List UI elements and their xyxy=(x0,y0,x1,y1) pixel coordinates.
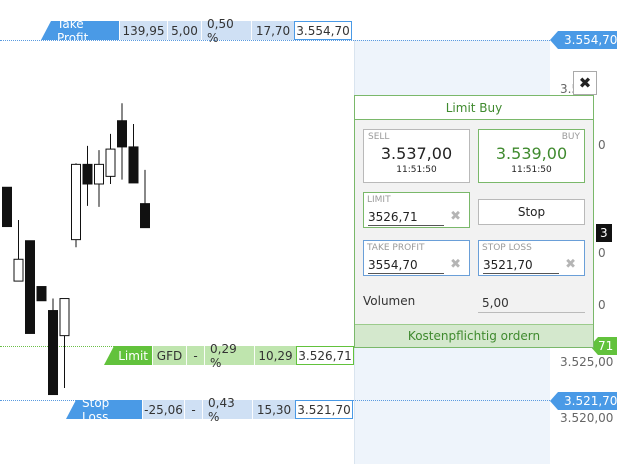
take-profit-field: TAKE PROFIT ✖ xyxy=(363,240,470,276)
take-profit-pnl: 139,95 xyxy=(119,21,167,40)
y-axis-tick: 3.520,00 xyxy=(560,411,614,425)
limit-input[interactable] xyxy=(368,209,444,226)
take-profit-tag[interactable]: Take Profit xyxy=(41,21,119,40)
stop-loss-distance: 15,30 xyxy=(252,400,295,419)
sell-quote-button[interactable]: SELL 3.537,00 11:51:50 xyxy=(363,129,470,183)
limit-axis-tag: 71 xyxy=(590,337,617,355)
y-axis-tick: 3.525,00 xyxy=(560,355,614,369)
limit-tag[interactable]: Limit xyxy=(104,346,152,365)
candle-down xyxy=(128,146,139,184)
y-axis-tick-partial: 0 xyxy=(598,138,606,152)
volume-input[interactable] xyxy=(478,293,585,313)
stop-loss-price[interactable]: 3.521,70 xyxy=(295,400,353,419)
y-axis-tick-partial: 0 xyxy=(598,246,606,260)
buy-label: BUY xyxy=(561,132,580,142)
clear-limit-icon[interactable]: ✖ xyxy=(450,209,461,224)
limit-bar[interactable]: Limit GFD - 0,29 % 10,29 3.526,71 xyxy=(104,342,354,370)
candle-up xyxy=(71,163,81,241)
stop-loss-pnl: -25,06 xyxy=(142,400,184,419)
stop-loss-field-label: STOP LOSS xyxy=(482,243,532,253)
take-profit-price[interactable]: 3.554,70 xyxy=(294,21,352,40)
candle-down xyxy=(36,286,47,302)
limit-distance: 10,29 xyxy=(254,346,296,365)
stop-loss-tag[interactable]: Stop Loss xyxy=(66,400,142,419)
limit-buy-dialog: Limit Buy SELL 3.537,00 11:51:50 BUY 3.5… xyxy=(354,95,594,348)
stop-loss-bar[interactable]: Stop Loss -25,06 - 0,43 % 15,30 3.521,70 xyxy=(66,396,353,424)
close-dialog-button[interactable]: ✖ xyxy=(573,71,597,95)
close-icon: ✖ xyxy=(578,74,592,92)
sell-time: 11:51:50 xyxy=(396,165,437,175)
limit-percent: 0,29 % xyxy=(204,342,254,370)
clear-take-profit-icon[interactable]: ✖ xyxy=(450,257,461,272)
candle-up xyxy=(94,163,104,185)
stop-loss-percent: 0,43 % xyxy=(202,396,252,424)
volume-label: Volumen xyxy=(363,294,416,308)
take-profit-bar[interactable]: Take Profit 139,95 5,00 0,50 % 17,70 3.5… xyxy=(41,17,352,45)
limit-field: LIMIT ✖ xyxy=(363,192,470,228)
candle-up xyxy=(13,258,24,282)
sell-label: SELL xyxy=(368,132,390,142)
limit-field-label: LIMIT xyxy=(367,195,391,205)
candle-down xyxy=(2,186,12,228)
limit-price[interactable]: 3.526,71 xyxy=(296,346,354,365)
take-profit-axis-tag: 3.554,70 xyxy=(550,31,617,49)
candle-up xyxy=(105,148,116,177)
place-order-button[interactable]: Kostenpflichtig ordern xyxy=(355,324,593,347)
limit-pnl: - xyxy=(186,346,204,365)
candle-down xyxy=(117,120,127,148)
candle-down xyxy=(25,240,35,334)
limit-validity: GFD xyxy=(152,346,186,365)
dialog-title: Limit Buy xyxy=(355,96,593,120)
candlestick-series xyxy=(2,103,150,396)
take-profit-distance: 17,70 xyxy=(251,21,294,40)
take-profit-points: 5,00 xyxy=(167,21,201,40)
candle-up xyxy=(59,298,70,337)
stop-loss-field: STOP LOSS ✖ xyxy=(478,240,585,276)
current-price-tag: 3 xyxy=(596,224,612,242)
stop-loss-input[interactable] xyxy=(483,257,559,274)
buy-time: 11:51:50 xyxy=(511,165,552,175)
stop-button[interactable]: Stop xyxy=(478,199,585,225)
take-profit-input[interactable] xyxy=(368,257,444,274)
stop-loss-points: - xyxy=(184,400,202,419)
buy-quote-button[interactable]: BUY 3.539,00 11:51:50 xyxy=(478,129,585,183)
candle-down xyxy=(48,310,58,396)
take-profit-percent: 0,50 % xyxy=(201,17,251,45)
stop-loss-axis-tag: 3.521,70 xyxy=(550,392,617,410)
candle-down xyxy=(140,203,150,229)
clear-stop-loss-icon[interactable]: ✖ xyxy=(565,257,576,272)
take-profit-field-label: TAKE PROFIT xyxy=(367,243,425,253)
candle-down xyxy=(82,163,93,185)
y-axis-tick-partial: 0 xyxy=(598,298,606,312)
buy-price: 3.539,00 xyxy=(495,144,568,163)
sell-price: 3.537,00 xyxy=(380,144,453,163)
